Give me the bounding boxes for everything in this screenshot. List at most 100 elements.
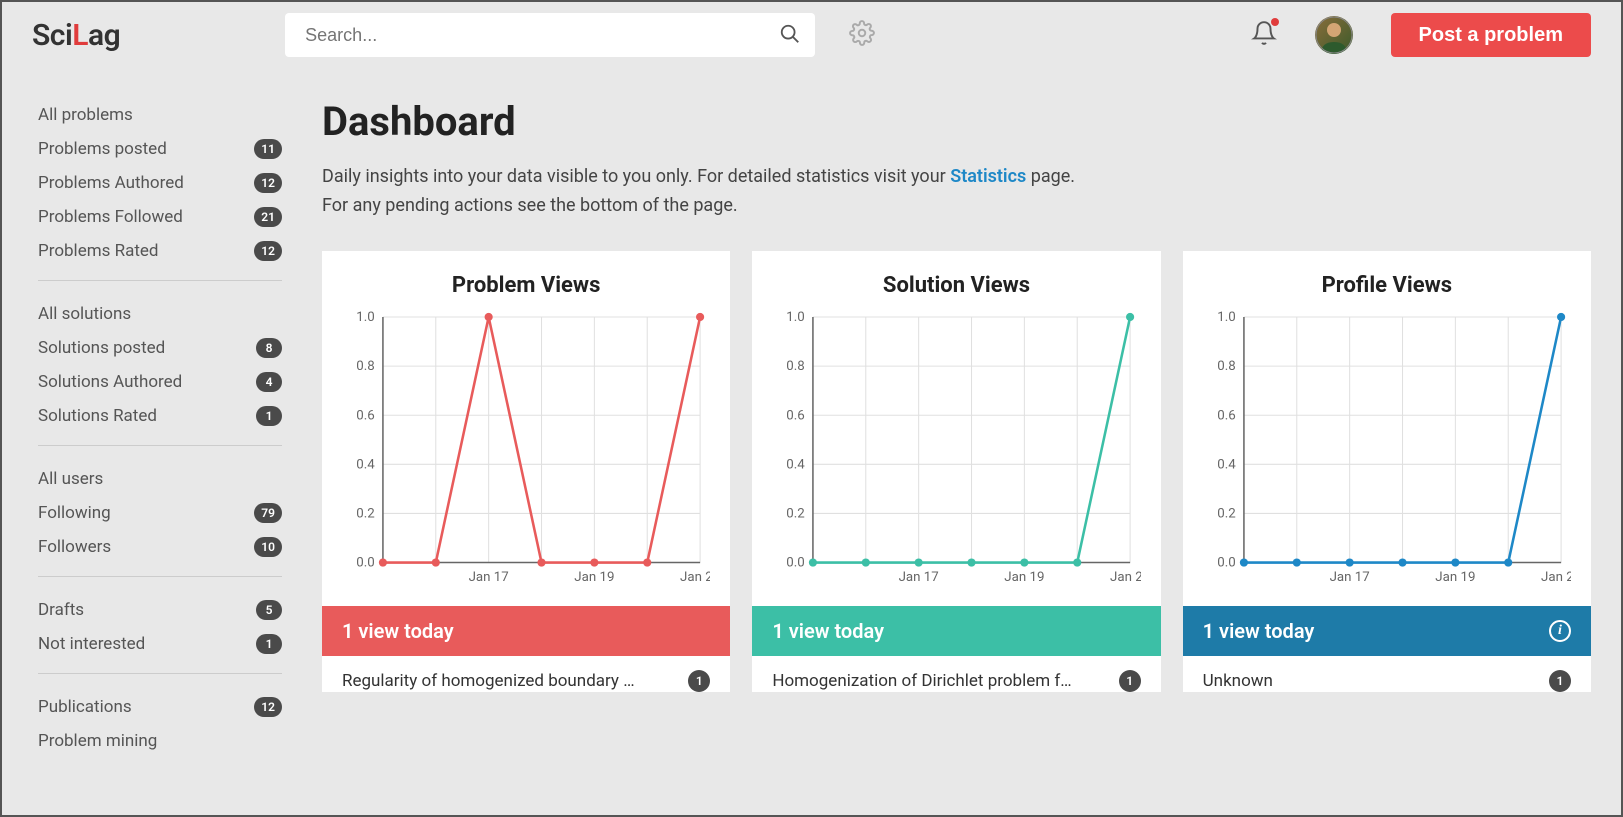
count-badge: 1: [256, 634, 282, 654]
bell-icon[interactable]: [1251, 20, 1277, 50]
count-badge: 1: [1549, 670, 1571, 692]
main: Dashboard Daily insights into your data …: [302, 68, 1621, 815]
post-problem-button[interactable]: Post a problem: [1391, 13, 1591, 57]
card-title: Profile Views: [1183, 251, 1591, 306]
sidebar-item[interactable]: Following 79: [38, 496, 282, 530]
sidebar-item-label: Publications: [38, 697, 132, 717]
sidebar-item[interactable]: Problems Authored 12: [38, 166, 282, 200]
sidebar-item-label: Not interested: [38, 634, 145, 654]
logo-text-c: ag: [88, 18, 120, 53]
sidebar-item[interactable]: Problems Rated12: [38, 234, 282, 268]
sidebar-item-label: Problems Authored: [38, 173, 184, 193]
subtitle-c: For any pending actions see the bottom o…: [322, 195, 738, 216]
sidebar-item[interactable]: Publications 12: [38, 690, 282, 724]
count-badge: 1: [1119, 670, 1141, 692]
info-icon[interactable]: i: [1549, 620, 1571, 642]
svg-text:0.2: 0.2: [356, 506, 374, 521]
svg-text:0.8: 0.8: [356, 359, 374, 374]
sidebar-item[interactable]: Drafts 5: [38, 593, 282, 627]
svg-text:0.6: 0.6: [787, 408, 805, 423]
count-badge: 4: [256, 372, 282, 392]
svg-text:0.4: 0.4: [787, 457, 806, 472]
chart-card: Profile Views0.00.20.40.60.81.0Jan 17Jan…: [1183, 251, 1591, 692]
sidebar-item[interactable]: Problems Followed 21: [38, 200, 282, 234]
sidebar-item[interactable]: All problems: [38, 98, 282, 132]
statistics-link[interactable]: Statistics: [950, 166, 1026, 187]
sidebar-item-label: All solutions: [38, 304, 131, 324]
sidebar-item-label: Following: [38, 503, 111, 523]
count-badge: 12: [254, 241, 282, 261]
sidebar: All problemsProblems posted11Problems Au…: [2, 68, 302, 815]
svg-text:Jan 17: Jan 17: [1329, 570, 1369, 585]
sidebar-item-label: All problems: [38, 105, 133, 125]
sidebar-item[interactable]: Solutions Rated 1: [38, 399, 282, 433]
chart: 0.00.20.40.60.81.0Jan 17Jan 19Jan 21: [752, 306, 1160, 606]
subtitle-b: page.: [1026, 166, 1075, 187]
svg-text:Jan 19: Jan 19: [1435, 570, 1475, 585]
sidebar-item-label: Solutions posted: [38, 338, 165, 358]
svg-text:0.2: 0.2: [1217, 506, 1235, 521]
avatar[interactable]: [1315, 16, 1353, 54]
chart-card: Solution Views0.00.20.40.60.81.0Jan 17Ja…: [752, 251, 1160, 692]
sidebar-item-label: Followers: [38, 537, 111, 557]
sidebar-item-label: All users: [38, 469, 103, 489]
search-icon[interactable]: [779, 23, 801, 45]
logo[interactable]: SciLag: [32, 18, 120, 53]
sidebar-item-label: Solutions Rated: [38, 406, 157, 426]
list-item-text: Regularity of homogenized boundary c…: [342, 671, 642, 691]
logo-text-a: Sci: [32, 18, 72, 53]
chart: 0.00.20.40.60.81.0Jan 17Jan 19Jan 21: [322, 306, 730, 606]
views-banner: 1 view today i: [1183, 606, 1591, 656]
list-item[interactable]: Regularity of homogenized boundary c… 1: [322, 656, 730, 692]
svg-text:0.8: 0.8: [1217, 359, 1235, 374]
svg-text:Jan 21: Jan 21: [680, 570, 710, 585]
count-badge: 21: [254, 207, 282, 227]
count-badge: 11: [254, 139, 282, 159]
search-input[interactable]: [285, 13, 815, 57]
subtitle-a: Daily insights into your data visible to…: [322, 166, 950, 187]
chart: 0.00.20.40.60.81.0Jan 17Jan 19Jan 21: [1183, 306, 1591, 606]
svg-text:Jan 21: Jan 21: [1110, 570, 1140, 585]
card-title: Solution Views: [752, 251, 1160, 306]
sidebar-item-label: Problems Followed: [38, 207, 183, 227]
count-badge: 10: [254, 537, 282, 557]
svg-text:Jan 21: Jan 21: [1541, 570, 1571, 585]
sidebar-item[interactable]: Followers 10: [38, 530, 282, 564]
sidebar-item[interactable]: Solutions posted 8: [38, 331, 282, 365]
svg-text:Jan 19: Jan 19: [1005, 570, 1045, 585]
gear-icon[interactable]: [849, 20, 875, 50]
sidebar-item[interactable]: Problem mining: [38, 724, 282, 758]
header: SciLag Post a problem: [2, 2, 1621, 68]
count-badge: 12: [254, 173, 282, 193]
banner-text: 1 view today: [772, 619, 884, 643]
sidebar-item[interactable]: Not interested 1: [38, 627, 282, 661]
sidebar-item-label: Solutions Authored: [38, 372, 182, 392]
count-badge: 8: [256, 338, 282, 358]
list-item[interactable]: Unknown1: [1183, 656, 1591, 692]
sidebar-item[interactable]: All users: [38, 462, 282, 496]
svg-text:0.8: 0.8: [787, 359, 805, 374]
page-title: Dashboard: [322, 98, 1591, 145]
sidebar-item[interactable]: Solutions Authored 4: [38, 365, 282, 399]
count-badge: 12: [254, 697, 282, 717]
views-banner: 1 view today: [322, 606, 730, 656]
banner-text: 1 view today: [1203, 619, 1315, 643]
chart-card: Problem Views0.00.20.40.60.81.0Jan 17Jan…: [322, 251, 730, 692]
sidebar-item[interactable]: Problems posted11: [38, 132, 282, 166]
count-badge: 1: [688, 670, 710, 692]
list-item-text: Homogenization of Dirichlet problem f…: [772, 671, 1071, 691]
count-badge: 5: [256, 600, 282, 620]
list-item[interactable]: Homogenization of Dirichlet problem f… 1: [752, 656, 1160, 692]
svg-text:0.0: 0.0: [1217, 555, 1235, 570]
svg-text:1.0: 1.0: [356, 310, 374, 325]
count-badge: 1: [256, 406, 282, 426]
sidebar-item-label: Drafts: [38, 600, 84, 620]
svg-text:0.4: 0.4: [1217, 457, 1236, 472]
svg-text:Jan 19: Jan 19: [574, 570, 614, 585]
logo-text-b: L: [72, 18, 88, 53]
svg-text:Jan 17: Jan 17: [469, 570, 509, 585]
banner-text: 1 view today: [342, 619, 454, 643]
views-banner: 1 view today: [752, 606, 1160, 656]
count-badge: 79: [254, 503, 282, 523]
sidebar-item[interactable]: All solutions: [38, 297, 282, 331]
